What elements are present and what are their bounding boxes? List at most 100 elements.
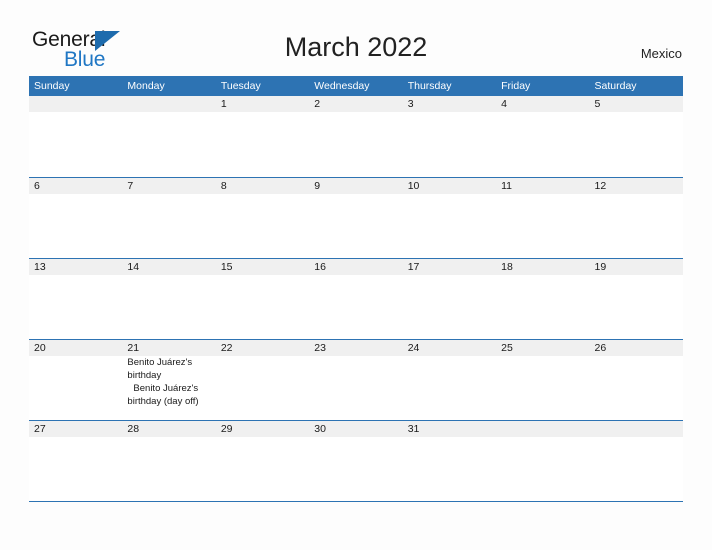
weekday-header-saturday: Saturday (594, 80, 637, 92)
day-cell-28[interactable] (122, 437, 215, 502)
day-number-empty (496, 421, 589, 437)
week-daynumber-band: 13 14 15 16 17 18 19 (29, 259, 683, 275)
calendar-event: Benito Juárez's birthday (day off) (127, 383, 199, 407)
weekday-header-monday: Monday (127, 80, 165, 92)
day-number-12[interactable]: 12 (590, 178, 683, 194)
calendar-week-row: 13 14 15 16 17 18 19 (29, 258, 683, 339)
day-cell-15[interactable] (216, 275, 309, 340)
day-cell-27[interactable] (29, 437, 122, 502)
calendar-week-row: 27 28 29 30 31 (29, 420, 683, 501)
week-daynumber-band: 27 28 29 30 31 (29, 421, 683, 437)
day-cell-22[interactable] (216, 356, 309, 421)
day-cell-12[interactable] (590, 194, 683, 259)
day-number-21[interactable]: 21 (122, 340, 215, 356)
day-cell-30[interactable] (309, 437, 402, 502)
week-daynumber-band: 20 21 22 23 24 25 26 (29, 340, 683, 356)
day-cell-4[interactable] (496, 112, 589, 177)
week-event-band (29, 275, 683, 340)
day-number-13[interactable]: 13 (29, 259, 122, 275)
calendar-weeks: 1 2 3 4 5 6 7 8 9 10 11 12 13 14 15 16 17 18 19 20 21 22 23 24 2… (29, 96, 683, 501)
day-number-24[interactable]: 24 (403, 340, 496, 356)
day-number-6[interactable]: 6 (29, 178, 122, 194)
day-number-8[interactable]: 8 (216, 178, 309, 194)
day-number-29[interactable]: 29 (216, 421, 309, 437)
day-cell-19[interactable] (590, 275, 683, 340)
day-cell-17[interactable] (403, 275, 496, 340)
day-number-empty (590, 421, 683, 437)
region-label: Mexico (640, 46, 682, 61)
day-cell-1[interactable] (216, 112, 309, 177)
day-number-19[interactable]: 19 (590, 259, 683, 275)
day-number-9[interactable]: 9 (309, 178, 402, 194)
day-number-7[interactable]: 7 (122, 178, 215, 194)
day-cell-7[interactable] (122, 194, 215, 259)
week-event-band (29, 112, 683, 177)
day-cell-29[interactable] (216, 437, 309, 502)
day-number-11[interactable]: 11 (496, 178, 589, 194)
week-event-band (29, 194, 683, 259)
weekday-header-wednesday: Wednesday (314, 80, 370, 92)
calendar-event: Benito Juárez's birthday (127, 357, 193, 381)
day-number-10[interactable]: 10 (403, 178, 496, 194)
day-number-1[interactable]: 1 (216, 96, 309, 112)
week-daynumber-band: 12345 (29, 96, 683, 112)
day-cell-empty (590, 437, 683, 502)
day-cell-31[interactable] (403, 437, 496, 502)
day-number-14[interactable]: 14 (122, 259, 215, 275)
day-number-17[interactable]: 17 (403, 259, 496, 275)
day-number-30[interactable]: 30 (309, 421, 402, 437)
day-cell-20[interactable] (29, 356, 122, 421)
day-cell-14[interactable] (122, 275, 215, 340)
day-cell-empty (122, 112, 215, 177)
day-cell-8[interactable] (216, 194, 309, 259)
day-number-31[interactable]: 31 (403, 421, 496, 437)
day-number-20[interactable]: 20 (29, 340, 122, 356)
calendar-page: General Blue March 2022 Mexico Sunday Mon… (0, 0, 712, 550)
week-daynumber-band: 6 7 8 9 10 11 12 (29, 178, 683, 194)
day-cell-24[interactable] (403, 356, 496, 421)
day-cell-empty (496, 437, 589, 502)
day-number-22[interactable]: 22 (216, 340, 309, 356)
weekday-header-friday: Friday (501, 80, 531, 92)
day-number-15[interactable]: 15 (216, 259, 309, 275)
day-number-16[interactable]: 16 (309, 259, 402, 275)
day-cell-25[interactable] (496, 356, 589, 421)
page-title: March 2022 (284, 32, 428, 62)
weekday-header-row: Sunday Monday Tuesday Wednesday Thursday Frid… (29, 76, 683, 96)
day-cell-5[interactable] (590, 112, 683, 177)
day-number-25[interactable]: 25 (496, 340, 589, 356)
weekday-header-tuesday: Tuesday (220, 80, 261, 92)
day-cell-9[interactable] (309, 194, 402, 259)
day-cell-23[interactable] (309, 356, 402, 421)
calendar-week-row: 12345 (29, 96, 683, 177)
day-cell-13[interactable] (29, 275, 122, 340)
day-cell-16[interactable] (309, 275, 402, 340)
day-number-23[interactable]: 23 (309, 340, 402, 356)
day-cell-2[interactable] (309, 112, 402, 177)
day-number-5[interactable]: 5 (590, 96, 683, 112)
calendar-week-row: 6 7 8 9 10 11 12 (29, 177, 683, 258)
day-number-2[interactable]: 2 (309, 96, 402, 112)
week-event-band: Benito Juárez's birthday Benito Juárez's … (29, 356, 683, 421)
page-header: General Blue March 2022 Mexico (0, 0, 712, 76)
day-cell-18[interactable] (496, 275, 589, 340)
day-number-empty (122, 96, 215, 112)
weekday-header-sunday: Sunday (34, 80, 70, 92)
day-cell-3[interactable] (403, 112, 496, 177)
day-cell-empty (29, 112, 122, 177)
day-number-3[interactable]: 3 (403, 96, 496, 112)
day-cell-10[interactable] (403, 194, 496, 259)
day-number-26[interactable]: 26 (590, 340, 683, 356)
day-number-empty (29, 96, 122, 112)
calendar-week-row: 20 21 22 23 24 25 26 Benito Juárez's birthday Be… (29, 339, 683, 420)
day-number-27[interactable]: 27 (29, 421, 122, 437)
day-number-4[interactable]: 4 (496, 96, 589, 112)
day-cell-6[interactable] (29, 194, 122, 259)
week-event-band (29, 437, 683, 502)
day-cell-11[interactable] (496, 194, 589, 259)
day-number-28[interactable]: 28 (122, 421, 215, 437)
day-number-18[interactable]: 18 (496, 259, 589, 275)
day-cell-21[interactable]: Benito Juárez's birthday Benito Juárez's … (122, 356, 215, 421)
day-cell-26[interactable] (590, 356, 683, 421)
calendar-grid: Sunday Monday Tuesday Wednesday Thursday Frid… (29, 76, 683, 502)
